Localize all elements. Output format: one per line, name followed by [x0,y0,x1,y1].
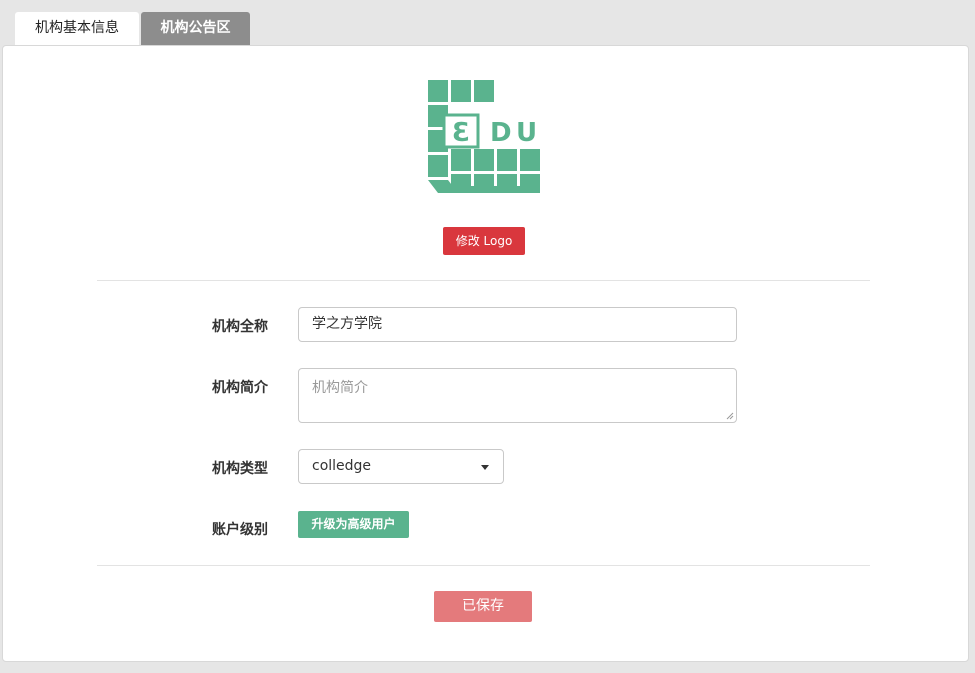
change-logo-button[interactable]: 修改 Logo [443,227,525,255]
type-label: 机构类型 [212,461,268,477]
chevron-down-icon [481,465,489,470]
edu-logo-icon: Ɛ D U [428,80,540,193]
upgrade-button[interactable]: 升级为高级用户 [298,511,409,538]
level-label: 账户级别 [212,522,268,538]
org-name-input[interactable]: 学之方学院 [298,307,737,342]
save-button[interactable]: 已保存 [434,591,532,622]
tab-announcements[interactable]: 机构公告区 [141,12,250,45]
tab-basic-info[interactable]: 机构基本信息 [15,12,139,45]
tab-bar: 机构基本信息 机构公告区 [15,12,250,45]
svg-text:D: D [490,118,512,148]
org-type-select[interactable]: colledge [298,449,504,484]
org-intro-textarea[interactable]: 机构简介 [298,368,737,423]
divider-top [97,280,870,281]
intro-label: 机构简介 [212,380,268,396]
intro-placeholder: 机构简介 [312,380,368,396]
name-label: 机构全称 [212,319,268,335]
resize-handle-icon[interactable] [726,412,734,420]
selected-type: colledge [312,458,372,474]
divider-bottom [97,565,870,566]
svg-text:Ɛ: Ɛ [452,118,470,148]
org-logo: Ɛ D U [422,75,548,201]
svg-text:U: U [516,118,537,148]
